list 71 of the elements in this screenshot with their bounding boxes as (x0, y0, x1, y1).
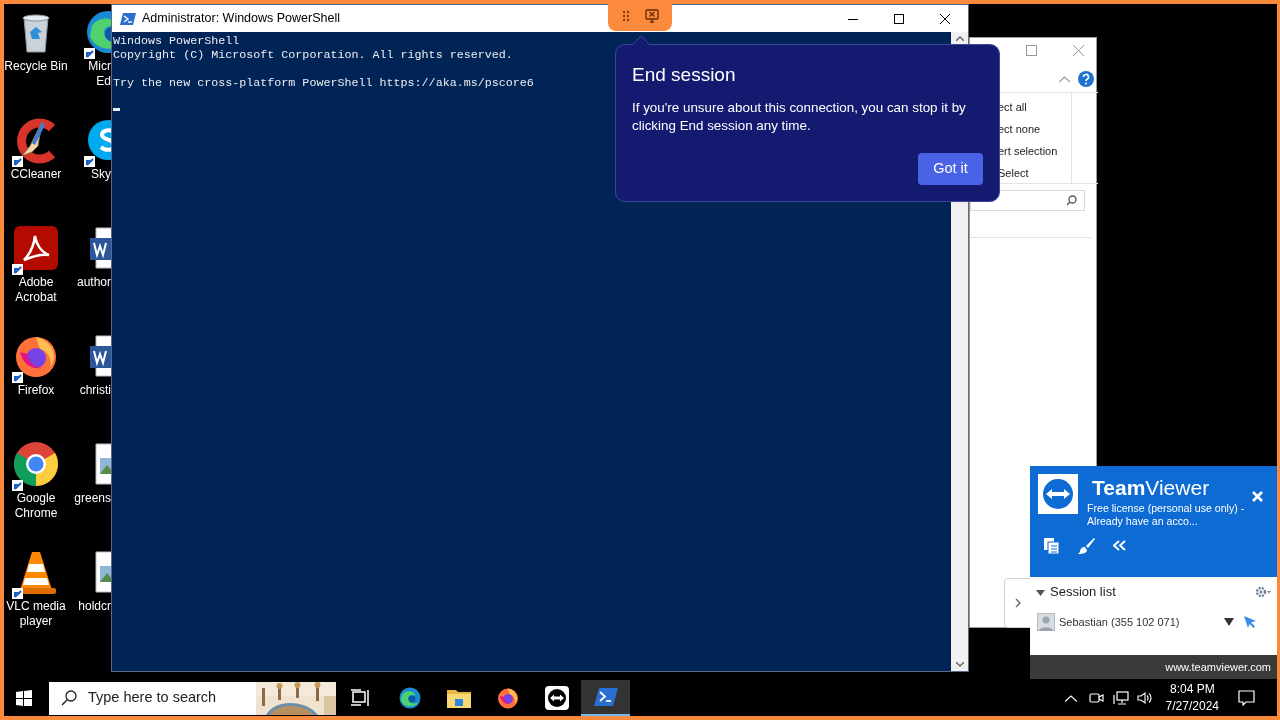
got-it-button[interactable]: Got it (918, 153, 983, 185)
end-session-icon[interactable] (644, 8, 659, 23)
app-title: TeamViewer (1092, 476, 1210, 500)
icon-label: Ed (96, 74, 111, 89)
website-link[interactable]: www.teamviewer.com (1030, 655, 1277, 679)
fox-globe-icon (495, 686, 520, 710)
double-chevron-icon[interactable] (1113, 540, 1126, 551)
chevron-right-icon (1014, 598, 1021, 608)
maximize-icon[interactable] (1026, 45, 1037, 56)
search-icon (1066, 195, 1077, 206)
copy-icon[interactable] (1044, 538, 1059, 554)
icon-label: author (76, 275, 111, 290)
close-icon[interactable] (1073, 45, 1084, 56)
popover-title: End session (632, 63, 737, 87)
console-line: Copyright (C) Microsoft Corporation. All rights reserved. (113, 48, 513, 62)
icon-label: Firefox (17, 383, 55, 398)
ribbon-item[interactable]: Select (998, 165, 1058, 181)
clock[interactable]: 8:04 PM 7/27/2024 (1160, 681, 1224, 715)
license-notice: Free license (personal use only) - Already have an acco... (1087, 502, 1246, 528)
collapse-ribbon-icon[interactable] (1059, 76, 1070, 83)
search-field[interactable]: Type here to search (49, 681, 336, 715)
icon-label: player (19, 614, 53, 629)
brush-icon[interactable] (1078, 537, 1095, 554)
icon-label: Adobe (18, 275, 54, 290)
icon-label: CCleaner (10, 167, 62, 182)
scroll-up-icon[interactable] (955, 36, 964, 41)
volume-icon[interactable] (1136, 691, 1153, 705)
scroll-down-icon[interactable] (955, 662, 964, 667)
section-title: Session list (1050, 583, 1116, 602)
teamviewer-icon (544, 686, 569, 710)
pointer-icon[interactable] (1244, 616, 1256, 628)
camera-icon[interactable] (1088, 691, 1104, 705)
search-placeholder: Type here to search (88, 688, 217, 708)
icon-label: Micr (88, 59, 111, 74)
chevron-up-icon[interactable] (1064, 694, 1077, 702)
drag-handle-icon[interactable] (621, 9, 630, 22)
close-icon (940, 13, 950, 24)
expanded-triangle-icon[interactable] (1036, 587, 1045, 597)
icon-label: greens (74, 491, 111, 506)
user-avatar-icon (1037, 613, 1055, 631)
console-line: Windows PowerShell (113, 34, 240, 48)
help-icon[interactable] (1078, 71, 1094, 87)
notification-icon[interactable] (1238, 690, 1255, 706)
taskbar-button[interactable] (581, 680, 630, 716)
icon-label: Chrome (14, 506, 58, 521)
folder-icon (446, 688, 471, 708)
task-view-icon (350, 689, 371, 707)
teamviewer-logo-icon (1038, 474, 1078, 514)
session-name[interactable]: Sebastian (355 102 071) (1059, 613, 1180, 631)
icon-label: christi (79, 383, 111, 398)
settings-icon[interactable] (1255, 586, 1271, 598)
icon-label: Sky (91, 167, 111, 182)
icon-label: Recycle Bin (4, 59, 68, 74)
icon-label: Acrobat (15, 290, 57, 305)
icon-label: holdcr (78, 599, 111, 614)
windows-start-icon[interactable] (16, 690, 32, 706)
window-title: Administrator: Windows PowerShell (142, 10, 340, 28)
dropdown-triangle-icon[interactable] (1224, 618, 1234, 626)
terminal-icon (120, 11, 136, 26)
popover-message: If you're unsure about this connection, you can stop it by clicking End session any time. (632, 99, 967, 135)
pdf-document-icon[interactable] (12, 224, 60, 272)
console-line: Try the new cross-platform PowerShell https://aka.ms/pscore6 (113, 76, 534, 90)
icon-label: VLC media (6, 599, 66, 614)
chrome-icon[interactable] (12, 440, 60, 488)
network-icon[interactable] (1112, 691, 1129, 705)
edge-icon (397, 686, 422, 710)
text-cursor (113, 108, 120, 111)
search-icon (61, 690, 77, 706)
icon-label: Google (16, 491, 56, 506)
maximize-icon (894, 13, 904, 24)
terminal-icon (593, 687, 618, 707)
